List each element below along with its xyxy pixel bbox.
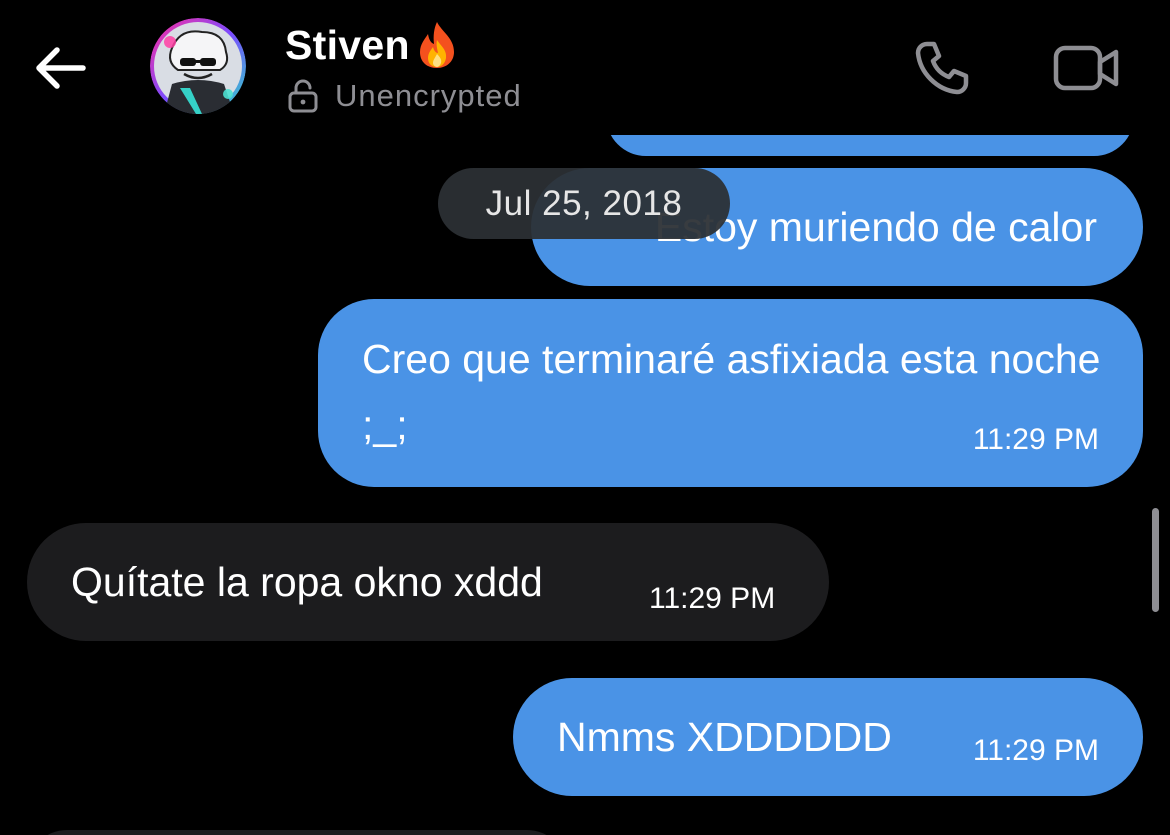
- scrollbar[interactable]: [1152, 508, 1159, 612]
- video-camera-icon: [1053, 45, 1119, 91]
- message-text: Quítate la ropa okno xddd: [71, 559, 543, 605]
- message-timestamp: 11:29 PM: [649, 582, 776, 615]
- message-text: Nmms XDDDDDD: [557, 714, 892, 760]
- back-button[interactable]: [28, 36, 92, 100]
- voice-call-button[interactable]: [910, 36, 974, 100]
- message-timestamp: 11:29 PM: [972, 734, 1099, 767]
- message-bubble-incoming-partial[interactable]: [27, 830, 567, 835]
- avatar[interactable]: [150, 18, 246, 114]
- message-bubble-outgoing[interactable]: Creo que terminaré asfixiada esta noche …: [318, 299, 1143, 487]
- date-separator: Jul 25, 2018: [438, 168, 730, 239]
- contact-name[interactable]: Stiven: [285, 20, 460, 70]
- video-call-button[interactable]: [1050, 36, 1124, 100]
- message-timestamp: 11:29 PM: [972, 423, 1099, 456]
- encryption-status[interactable]: Unencrypted: [287, 78, 522, 114]
- unlocked-lock-icon: [287, 79, 319, 113]
- encryption-status-text: Unencrypted: [335, 78, 522, 113]
- chat-header: Stiven Unencrypted: [0, 0, 1170, 135]
- back-arrow-icon: [36, 47, 86, 89]
- message-bubble-incoming[interactable]: Quítate la ropa okno xddd 11:29 PM: [27, 523, 829, 641]
- avatar-image: [150, 18, 246, 114]
- chat-screen: Estoy muriendo de calor Creo que termina…: [0, 0, 1170, 835]
- message-bubble-outgoing[interactable]: Nmms XDDDDDD 11:29 PM: [513, 678, 1143, 796]
- fire-emoji-icon: [414, 20, 460, 70]
- contact-name-text: Stiven: [285, 21, 410, 68]
- phone-icon: [915, 41, 969, 95]
